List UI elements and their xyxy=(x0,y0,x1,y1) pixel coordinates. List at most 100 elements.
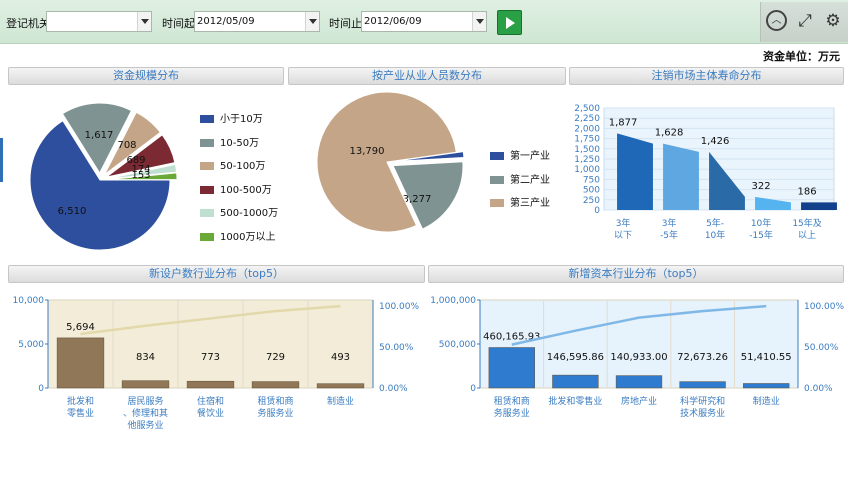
x-tick-label: 10年 xyxy=(751,217,771,229)
y2-tick-label: 100.00% xyxy=(804,302,844,312)
panel-title-new-capital: 新增资本行业分布（top5） xyxy=(428,265,844,283)
y2-tick-label: 100.00% xyxy=(379,302,419,312)
x-tick-label: 居民服务 xyxy=(127,395,163,407)
x-tick-label: 务服务业 xyxy=(257,407,293,419)
data-label: 1,877 xyxy=(609,117,638,128)
x-tick-label: 批发和零售业 xyxy=(548,395,602,407)
y2-tick-label: 50.00% xyxy=(804,343,839,353)
y-tick-label: 1,500 xyxy=(574,145,600,155)
panel-title-new-industry: 新设户数行业分布（top5） xyxy=(8,265,425,283)
chevron-down-icon[interactable] xyxy=(137,12,151,31)
x-tick-label: 他服务业 xyxy=(127,419,163,431)
legend-item[interactable]: 第三产业 xyxy=(490,194,550,209)
x-tick-label: 以上 xyxy=(798,230,816,241)
y-tick-label: 10,000 xyxy=(13,296,45,306)
org-select[interactable] xyxy=(46,11,152,32)
x-tick-label: 租赁和商 xyxy=(257,395,293,407)
bar xyxy=(679,381,726,389)
side-tab[interactable] xyxy=(0,138,3,182)
legend-swatch xyxy=(490,175,504,184)
data-label: 1,426 xyxy=(701,136,730,147)
filter-bar: 登记机关 时间起 2012/05/09 时间止 2012/06/09 ︿ ⤢ ⚙ xyxy=(0,0,848,44)
legend-label: 50-100万 xyxy=(220,161,266,172)
gear-icon[interactable]: ⚙ xyxy=(822,10,844,32)
legend-label: 1000万以上 xyxy=(220,231,276,243)
y-tick-label: 1,000,000 xyxy=(430,296,476,306)
panel-title-employees: 按产业从业人员数分布 xyxy=(288,67,566,85)
bar xyxy=(552,374,599,389)
legend-item[interactable]: 50-100万 xyxy=(200,157,265,172)
legend-item[interactable]: 第一产业 xyxy=(490,147,550,162)
chevron-down-icon[interactable] xyxy=(305,12,319,31)
slice-label: 13,790 xyxy=(350,146,385,157)
x-tick-label: 零售业 xyxy=(67,407,94,419)
start-date-select[interactable]: 2012/05/09 xyxy=(194,11,320,32)
data-label: 186 xyxy=(798,186,817,197)
y2-tick-label: 50.00% xyxy=(379,343,414,353)
y-tick-label: 0 xyxy=(38,384,44,394)
y-tick-label: 750 xyxy=(583,175,600,185)
end-label: 时间止 xyxy=(329,17,362,30)
slice-label: 1,617 xyxy=(85,130,114,141)
legend-label: 500-1000万 xyxy=(220,208,279,219)
data-label: 1,628 xyxy=(655,128,684,139)
x-tick-label: 制造业 xyxy=(753,395,780,407)
dashboard: 登记机关 时间起 2012/05/09 时间止 2012/06/09 ︿ ⤢ ⚙… xyxy=(0,0,848,478)
x-tick-label: 务服务业 xyxy=(494,407,530,419)
legend-item[interactable]: 100-500万 xyxy=(200,181,272,196)
expand-icon[interactable]: ⤢ xyxy=(794,10,816,32)
bar xyxy=(615,375,663,389)
y-tick-label: 2,500 xyxy=(574,104,600,114)
x-tick-label: 、修理和其 xyxy=(123,407,168,419)
lifespan-area-chart: 02505007501,0001,2501,5001,7502,0002,250… xyxy=(574,104,837,241)
x-tick-label: 10年 xyxy=(705,229,725,241)
y-tick-label: 2,000 xyxy=(574,124,600,134)
legend-swatch xyxy=(200,162,214,170)
legend-item[interactable]: 10-50万 xyxy=(200,134,259,149)
collapse-up-icon[interactable]: ︿ xyxy=(766,10,787,31)
query-play-button[interactable] xyxy=(497,10,522,35)
x-tick-label: 房地产业 xyxy=(621,395,657,407)
legend-label: 10-50万 xyxy=(220,137,260,149)
legend-swatch xyxy=(200,115,214,123)
legend-label: 小于10万 xyxy=(220,114,263,125)
legend-item[interactable]: 小于10万 xyxy=(200,110,263,125)
legend-swatch xyxy=(200,138,214,147)
data-label: 729 xyxy=(266,352,285,363)
legend-swatch xyxy=(490,152,504,160)
new-capital-bar-chart: 0500,0001,000,0000.00%50.00%100.00%460,1… xyxy=(430,296,844,419)
legend-item[interactable]: 500-1000万 xyxy=(200,204,278,219)
bar xyxy=(186,380,235,389)
slice-label: 6,510 xyxy=(58,206,87,217)
x-tick-label: 科学研究和 xyxy=(680,395,725,407)
panel-title-capital: 资金规模分布 xyxy=(8,67,284,85)
slice-label: 153 xyxy=(131,170,150,181)
data-label: 51,410.55 xyxy=(741,352,792,363)
x-tick-label: -5年 xyxy=(660,229,678,241)
data-label: 322 xyxy=(752,181,771,192)
slice-label: 708 xyxy=(117,140,136,151)
chevron-down-icon[interactable] xyxy=(472,12,486,31)
legend-item[interactable]: 1000万以上 xyxy=(200,228,275,243)
y-tick-label: 0 xyxy=(470,384,476,394)
area-segment xyxy=(617,133,653,210)
x-tick-label: 3年 xyxy=(616,217,631,229)
y2-tick-label: 0.00% xyxy=(804,384,833,394)
capital-pie-chart: 6,5101,617708689174153 xyxy=(29,102,178,251)
org-label: 登记机关 xyxy=(6,17,50,30)
y-tick-label: 1,000 xyxy=(574,165,600,175)
x-tick-label: 批发和 xyxy=(67,395,94,407)
bar xyxy=(251,381,300,389)
legend-swatch xyxy=(200,185,214,194)
x-tick-label: 以下 xyxy=(614,231,632,241)
y-tick-label: 250 xyxy=(583,196,600,206)
end-date-select[interactable]: 2012/06/09 xyxy=(361,11,487,32)
data-label: 493 xyxy=(331,352,350,363)
legend-item[interactable]: 第二产业 xyxy=(490,171,550,186)
start-label: 时间起 xyxy=(162,17,195,30)
y2-tick-label: 0.00% xyxy=(379,384,408,394)
x-tick-label: 技术服务业 xyxy=(680,407,725,419)
legend-label: 第二产业 xyxy=(510,174,550,186)
y-tick-label: 1,250 xyxy=(574,155,600,165)
x-tick-label: -15年 xyxy=(749,229,773,241)
